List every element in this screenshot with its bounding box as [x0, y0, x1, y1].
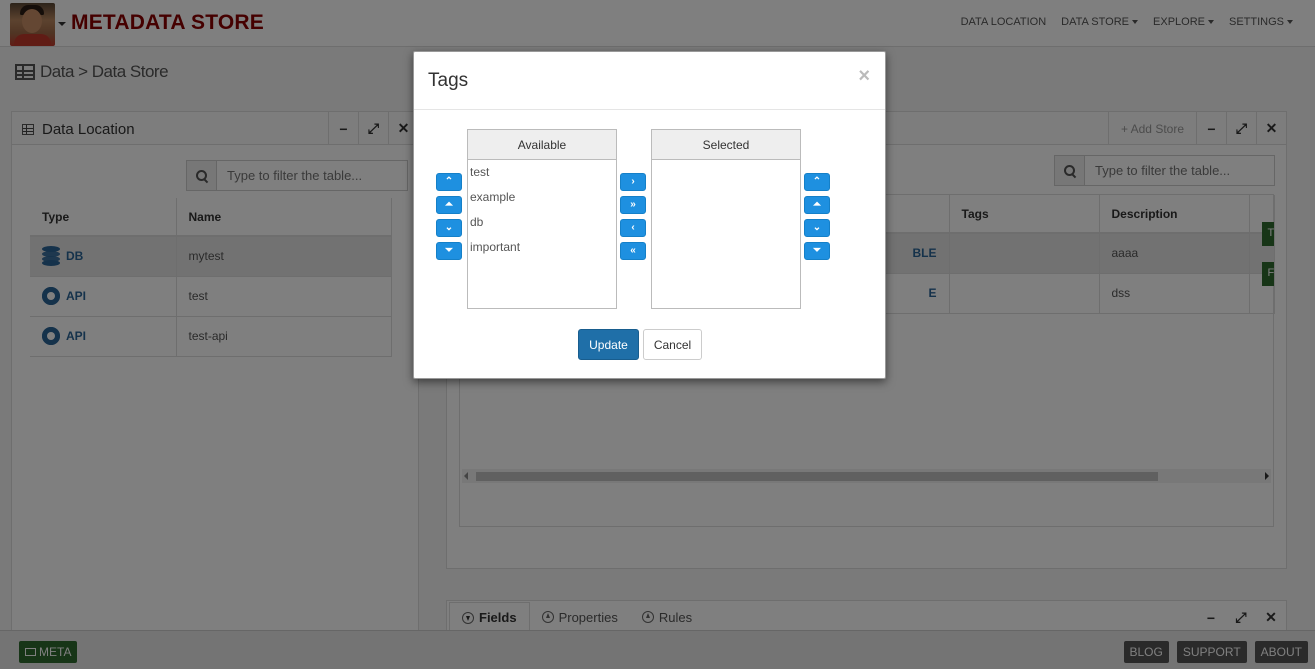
available-header: Available: [468, 130, 616, 160]
move-top-button[interactable]: ⏶: [436, 196, 462, 214]
selected-list[interactable]: Selected: [651, 129, 801, 309]
list-item[interactable]: important: [468, 235, 616, 260]
move-up-button[interactable]: ⌃: [436, 173, 462, 191]
list-item[interactable]: example: [468, 185, 616, 210]
cancel-button[interactable]: Cancel: [643, 329, 702, 360]
list-item[interactable]: test: [468, 160, 616, 185]
move-up-button[interactable]: ⌃: [804, 173, 830, 191]
add-selected-button[interactable]: ›: [620, 173, 646, 191]
selected-header: Selected: [652, 130, 800, 160]
close-icon[interactable]: ×: [858, 65, 870, 88]
remove-all-button[interactable]: «: [620, 242, 646, 260]
tags-modal: Tags × ⌃ ⏶ ⌄ ⏷ Available test example db…: [413, 51, 886, 379]
remove-selected-button[interactable]: ‹: [620, 219, 646, 237]
move-bottom-button[interactable]: ⏷: [436, 242, 462, 260]
modal-title: Tags: [428, 70, 469, 91]
move-down-button[interactable]: ⌄: [804, 219, 830, 237]
update-button[interactable]: Update: [578, 329, 639, 360]
move-down-button[interactable]: ⌄: [436, 219, 462, 237]
add-all-button[interactable]: »: [620, 196, 646, 214]
list-item[interactable]: db: [468, 210, 616, 235]
move-top-button[interactable]: ⏶: [804, 196, 830, 214]
modal-header: Tags ×: [414, 52, 885, 110]
available-list[interactable]: Available test example db important: [467, 129, 617, 309]
move-bottom-button[interactable]: ⏷: [804, 242, 830, 260]
